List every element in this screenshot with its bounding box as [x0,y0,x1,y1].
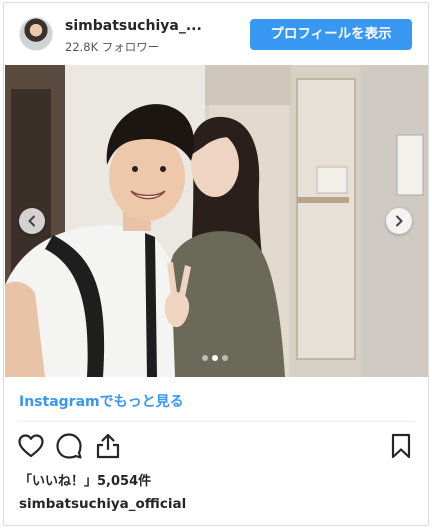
avatar[interactable] [19,17,53,51]
divider [19,421,415,422]
instagram-embed-card: simbatsuchiya_... 22.8K フォロワー プロフィールを表示 [3,2,429,526]
save-button[interactable] [387,432,415,460]
follower-count: 22.8K フォロワー [65,40,160,54]
chevron-right-icon [396,215,403,227]
carousel-dots [202,355,228,361]
like-count[interactable]: 「いいね！」5,054件 [19,470,151,489]
caption-account-name[interactable]: simbatsuchiya_official [19,496,186,512]
comment-button[interactable] [55,432,83,460]
chevron-left-icon [28,215,35,227]
more-on-instagram-link[interactable]: Instagramでもっと見る [19,391,184,411]
username[interactable]: simbatsuchiya_... [65,18,202,34]
share-button[interactable] [94,432,122,460]
carousel-dot-active [212,355,218,361]
bookmark-icon [391,433,411,459]
photo-illustration [5,65,428,377]
heart-icon [18,434,44,458]
comment-icon [56,433,82,459]
post-header: simbatsuchiya_... 22.8K フォロワー プロフィールを表示 [4,3,428,65]
view-profile-button[interactable]: プロフィールを表示 [250,19,412,50]
like-button[interactable] [17,432,45,460]
carousel-prev-button[interactable] [19,208,45,234]
carousel-dot [202,355,208,361]
post-photo[interactable] [5,65,428,377]
carousel-dot [222,355,228,361]
carousel-next-button[interactable] [386,208,412,234]
share-icon [96,433,120,459]
